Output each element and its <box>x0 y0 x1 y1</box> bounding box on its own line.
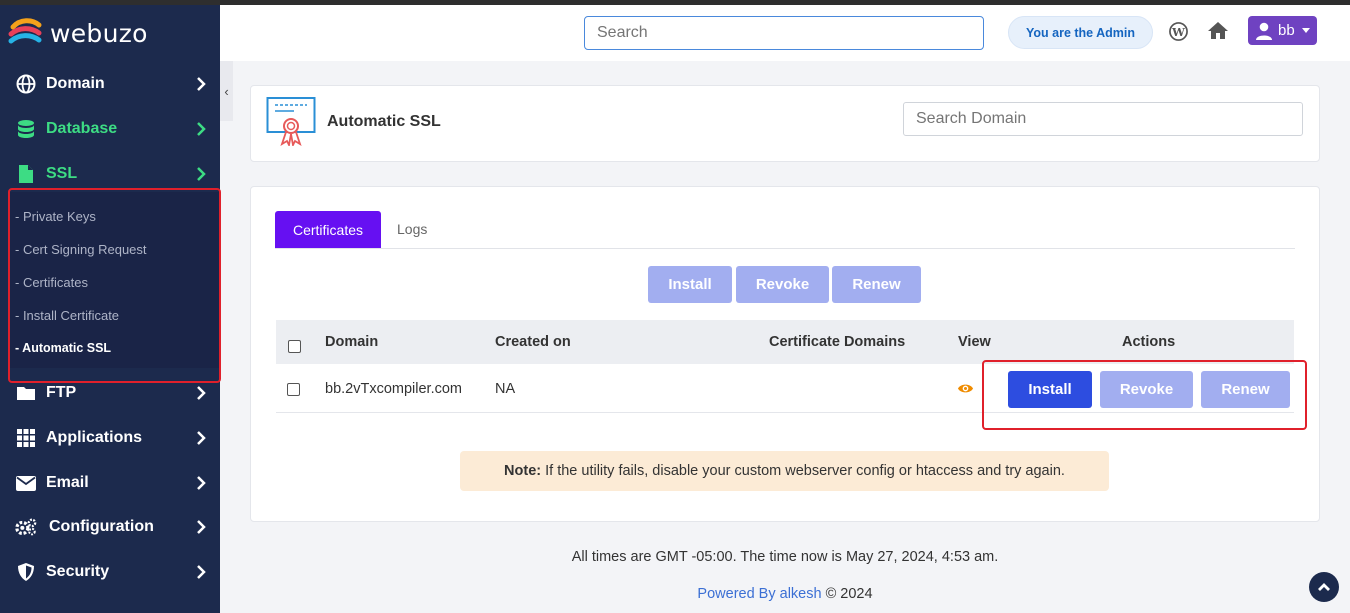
search-input[interactable] <box>584 16 984 50</box>
database-icon <box>15 118 37 140</box>
note-label: Note: <box>504 463 542 479</box>
chevron-up-icon <box>1318 583 1330 591</box>
logo-text: webuzo <box>50 18 148 48</box>
user-menu-button[interactable]: bb <box>1248 16 1317 45</box>
sidebar-item-label: Security <box>46 563 110 580</box>
user-name: bb <box>1278 22 1295 39</box>
sidebar-item-database[interactable]: Database <box>0 109 220 149</box>
page-title: Automatic SSL <box>327 113 441 130</box>
sidebar-item-label: Configuration <box>49 518 154 535</box>
row-created-on: NA <box>495 381 516 397</box>
folder-icon <box>15 382 37 404</box>
user-icon <box>1256 22 1272 40</box>
footer-powered-by: Powered By alkesh © 2024 <box>0 586 1350 602</box>
grid-icon <box>15 427 37 449</box>
bulk-install-button[interactable]: Install <box>648 266 732 303</box>
select-all-checkbox[interactable] <box>288 340 301 353</box>
column-header-domain: Domain <box>325 334 379 350</box>
powered-by-link[interactable]: alkesh <box>780 586 822 602</box>
chevron-right-icon <box>197 476 206 490</box>
sidebar-item-email[interactable]: Email <box>0 463 220 503</box>
bulk-revoke-button[interactable]: Revoke <box>736 266 829 303</box>
row-domain: bb.2vTxcompiler.com <box>325 381 462 397</box>
sidebar-item-label: Email <box>46 474 89 491</box>
webuzo-logo-icon <box>8 18 42 44</box>
copyright: © 2024 <box>825 586 873 602</box>
column-header-certificate-domains: Certificate Domains <box>769 334 906 350</box>
svg-text:W: W <box>1171 25 1185 39</box>
sidebar-item-configuration[interactable]: Configuration <box>0 507 220 547</box>
tab-divider <box>275 248 1295 249</box>
caret-down-icon <box>1301 28 1310 33</box>
chevron-right-icon <box>197 520 206 534</box>
globe-icon <box>15 73 37 95</box>
envelope-icon <box>15 472 37 494</box>
wordpress-icon[interactable]: W <box>1169 22 1188 46</box>
logo[interactable]: webuzo <box>8 15 148 51</box>
tab-logs[interactable]: Logs <box>397 221 427 237</box>
chevron-right-icon <box>197 431 206 445</box>
highlight-box-actions <box>982 360 1307 430</box>
certificate-icon <box>266 96 316 151</box>
bulk-renew-button[interactable]: Renew <box>832 266 921 303</box>
column-header-actions: Actions <box>1122 334 1176 350</box>
column-header-view: View <box>958 334 991 350</box>
note-banner: Note: If the utility fails, disable your… <box>460 451 1109 491</box>
sidebar-item-label: SSL <box>46 165 78 182</box>
sidebar-item-label: Database <box>46 120 118 137</box>
tab-certificates[interactable]: Certificates <box>275 211 381 249</box>
chevron-right-icon <box>197 167 206 181</box>
gears-icon <box>15 516 37 538</box>
note-text: If the utility fails, disable your custo… <box>545 463 1065 479</box>
admin-badge[interactable]: You are the Admin <box>1008 16 1153 49</box>
column-header-created-on: Created on <box>495 334 571 350</box>
home-icon[interactable] <box>1207 21 1229 45</box>
sidebar-item-label: FTP <box>46 384 77 401</box>
chevron-right-icon <box>197 386 206 400</box>
sidebar-collapse-toggle[interactable]: ‹ <box>220 61 233 121</box>
row-checkbox[interactable] <box>287 383 300 396</box>
chevron-right-icon <box>197 122 206 136</box>
chevron-right-icon <box>197 77 206 91</box>
scroll-to-top-button[interactable] <box>1309 572 1339 602</box>
search-domain-input[interactable] <box>903 102 1303 136</box>
chevron-right-icon <box>197 565 206 579</box>
sidebar-item-applications[interactable]: Applications <box>0 418 220 458</box>
sidebar-item-domain[interactable]: Domain <box>0 64 220 104</box>
footer-time: All times are GMT -05:00. The time now i… <box>571 549 999 565</box>
sidebar-item-label: Domain <box>46 75 105 92</box>
eye-icon[interactable] <box>957 382 974 400</box>
powered-by-prefix: Powered By <box>697 586 776 602</box>
sidebar-item-label: Applications <box>46 429 143 446</box>
highlight-box-submenu <box>8 188 221 383</box>
file-icon <box>15 163 37 185</box>
